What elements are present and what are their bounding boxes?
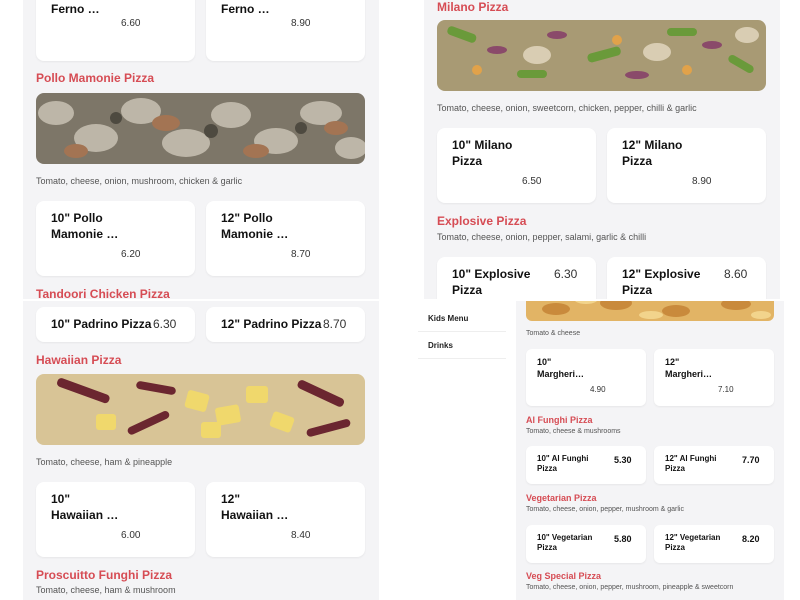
item-name: 12" Margheri… bbox=[665, 357, 713, 379]
pizza-image bbox=[36, 374, 365, 445]
item-name: 10" Hawaiian … bbox=[51, 492, 119, 522]
section-title: Explosive Pizza bbox=[437, 214, 527, 228]
menu-item-card[interactable]: 12" Pollo Mamonie … 8.70 bbox=[206, 201, 365, 276]
menu-item-card[interactable]: 10" Explosive Pizza 6.30 bbox=[437, 257, 596, 299]
item-name: 12" Vegetarian Pizza bbox=[665, 533, 721, 553]
menu-item-card[interactable]: 10" Hawaiian … 6.00 bbox=[36, 482, 195, 557]
section-description: Tomato, cheese, onion, sweetcorn, chicke… bbox=[437, 103, 697, 113]
menu-item-card[interactable]: 10" Al Funghi Pizza 5.30 bbox=[526, 446, 646, 484]
item-name: 12" Al Funghi Pizza bbox=[665, 454, 717, 474]
menu-item-card[interactable]: 10" Milano Pizza 6.50 bbox=[437, 128, 596, 203]
section-title: Hawaiian Pizza bbox=[36, 353, 122, 367]
item-name: 10" Vegetarian Pizza bbox=[537, 533, 593, 553]
pizza-image bbox=[526, 301, 774, 321]
menu-item-card[interactable]: 10" Pollo Ferno … 6.60 bbox=[36, 0, 195, 61]
item-price: 8.70 bbox=[323, 317, 347, 331]
section-description: Tomato & cheese bbox=[526, 330, 581, 337]
item-name: 10" Pollo Mamonie … bbox=[51, 211, 119, 241]
menu-item-card[interactable]: 12" Pollo Ferno … 8.90 bbox=[206, 0, 365, 61]
item-name: 12" Hawaiian … bbox=[221, 492, 289, 522]
item-price: 5.30 bbox=[614, 455, 632, 465]
section-description: Tomato, cheese & mushrooms bbox=[526, 428, 621, 435]
menu-item-card[interactable]: 10" Padrino Pizza 6.30 bbox=[36, 307, 195, 342]
menu-item-card[interactable]: 12" Vegetarian Pizza 8.20 bbox=[654, 525, 774, 563]
item-price: 8.90 bbox=[291, 18, 311, 29]
item-price: 5.80 bbox=[614, 534, 632, 544]
menu-panel-bottom-left: 10" Padrino Pizza 6.30 12" Padrino Pizza… bbox=[23, 301, 379, 600]
item-price: 8.40 bbox=[291, 530, 311, 541]
item-price: 7.10 bbox=[718, 385, 734, 394]
section-title: Al Funghi Pizza bbox=[526, 415, 593, 425]
item-price: 8.20 bbox=[742, 534, 760, 544]
item-name: 12" Explosive Pizza bbox=[622, 267, 701, 297]
menu-item-card[interactable]: 12" Explosive Pizza 8.60 bbox=[607, 257, 766, 299]
menu-item-card[interactable]: 10" Vegetarian Pizza 5.80 bbox=[526, 525, 646, 563]
item-price: 6.30 bbox=[153, 317, 177, 331]
section-title: Vegetarian Pizza bbox=[526, 493, 597, 503]
section-title: Pollo Mamonie Pizza bbox=[36, 71, 155, 85]
menu-item-card[interactable]: 10" Pollo Mamonie … 6.20 bbox=[36, 201, 195, 276]
sidebar-item-kids-menu[interactable]: Kids Menu bbox=[418, 305, 506, 332]
item-name: 10" Explosive Pizza bbox=[452, 267, 531, 297]
item-price: 8.90 bbox=[692, 176, 712, 187]
section-title: Veg Special Pizza bbox=[526, 571, 602, 581]
item-name: 10" Pollo Ferno … bbox=[51, 1, 100, 16]
section-description: Tomato, cheese, onion, pepper, mushroom,… bbox=[526, 584, 734, 591]
pizza-image bbox=[437, 20, 766, 91]
item-name: 10" Milano Pizza bbox=[452, 138, 513, 168]
menu-item-card[interactable]: 12" Milano Pizza 8.90 bbox=[607, 128, 766, 203]
item-name: 10" Padrino Pizza bbox=[51, 317, 152, 331]
item-price: 8.70 bbox=[291, 249, 311, 260]
item-name: 12" Pollo Ferno … bbox=[221, 1, 270, 16]
item-price: 6.30 bbox=[554, 267, 578, 281]
pizza-image bbox=[36, 93, 365, 164]
menu-item-card[interactable]: 12" Hawaiian … 8.40 bbox=[206, 482, 365, 557]
section-description: Tomato, cheese, ham & pineapple bbox=[36, 457, 173, 467]
item-name: 10" Margheri… bbox=[537, 357, 585, 379]
menu-item-card[interactable]: 12" Margheri… 7.10 bbox=[654, 349, 774, 406]
category-sidebar: Kids Menu Drinks bbox=[418, 301, 513, 600]
menu-panel-bottom-right: Tomato & cheese 10" Margheri… 4.90 12" M… bbox=[516, 301, 784, 600]
item-price: 6.00 bbox=[121, 530, 141, 541]
item-name: 12" Padrino Pizza bbox=[221, 317, 322, 331]
item-price: 8.60 bbox=[724, 267, 748, 281]
section-description: Tomato, cheese, onion, mushroom, chicken… bbox=[36, 176, 243, 186]
section-title: Tandoori Chicken Pizza bbox=[36, 287, 170, 299]
item-name: 10" Al Funghi Pizza bbox=[537, 454, 589, 474]
section-description: Tomato, cheese, ham & mushroom bbox=[36, 585, 176, 595]
section-title: Milano Pizza bbox=[437, 0, 509, 14]
item-name: 12" Milano Pizza bbox=[622, 138, 683, 168]
item-price: 4.90 bbox=[590, 385, 606, 394]
item-price: 6.50 bbox=[522, 176, 542, 187]
section-title: Proscuitto Funghi Pizza bbox=[36, 568, 173, 582]
item-price: 6.20 bbox=[121, 249, 141, 260]
sidebar-item-drinks[interactable]: Drinks bbox=[418, 332, 506, 359]
section-description: Tomato, cheese, onion, pepper, salami, g… bbox=[437, 232, 647, 242]
section-description: Tomato, cheese, onion, pepper, mushroom … bbox=[526, 506, 684, 513]
menu-item-card[interactable]: 12" Al Funghi Pizza 7.70 bbox=[654, 446, 774, 484]
menu-item-card[interactable]: 10" Margheri… 4.90 bbox=[526, 349, 646, 406]
item-name: 12" Pollo Mamonie … bbox=[221, 211, 289, 241]
menu-panel-top-left: 10" Pollo Ferno … 6.60 12" Pollo Ferno …… bbox=[23, 0, 379, 299]
menu-panel-top-right: Milano Pizza Tomato, cheese, onion, swee… bbox=[424, 0, 780, 299]
item-price: 6.60 bbox=[121, 18, 141, 29]
menu-item-card[interactable]: 12" Padrino Pizza 8.70 bbox=[206, 307, 365, 342]
item-price: 7.70 bbox=[742, 455, 760, 465]
